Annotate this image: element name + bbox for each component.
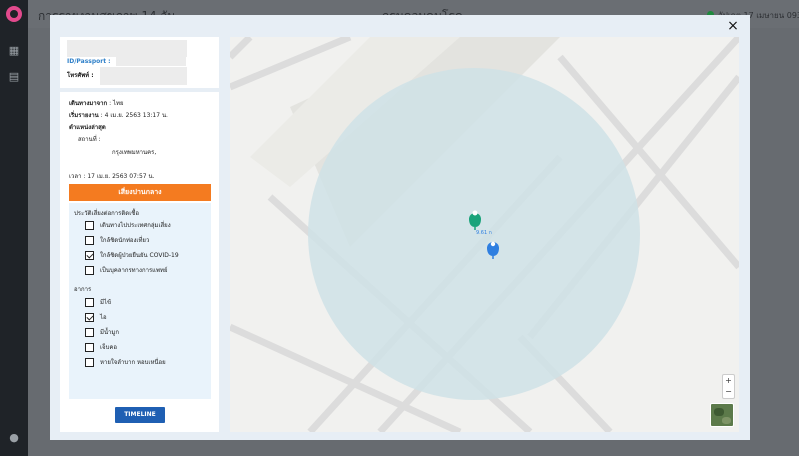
last-location-label: ตำแหน่งล่าสุด (69, 124, 106, 131)
risk-item[interactable]: เดินทางไปประเทศกลุ่มเสี่ยง (85, 220, 171, 230)
map-canvas: 9.61 ก (230, 37, 739, 432)
checkbox[interactable] (85, 357, 94, 367)
document-icon[interactable]: ▤ (8, 71, 20, 83)
location-time: เวลา : 17 เม.ย. 2563 07:57 น. (69, 173, 155, 180)
travel-from: เดินทางมาจาก : ไทย (69, 100, 124, 107)
symptom-item[interactable]: มีน้ำมูก (85, 327, 119, 337)
checkbox-checked[interactable] (85, 250, 94, 260)
checkbox[interactable] (85, 342, 94, 352)
timeline-button[interactable]: TIMELINE (115, 407, 165, 423)
satellite-layer-toggle[interactable] (710, 403, 734, 427)
checkbox[interactable] (85, 265, 94, 275)
person-identity: ID/Passport : โทรศัพท์ : (60, 37, 219, 88)
place-value: กรุงเทพมหานคร, (112, 149, 157, 156)
checkbox[interactable] (85, 297, 94, 307)
close-icon[interactable]: × (725, 18, 741, 34)
symptom-item[interactable]: เจ็บคอ (85, 342, 117, 352)
pin-label: 9.61 ก (476, 230, 492, 236)
person-detail-modal: × ID/Passport : โทรศัพท์ : เดินทางมาจาก … (50, 15, 750, 440)
dashboard-icon[interactable]: ▦ (8, 45, 20, 57)
risk-item[interactable]: เป็นบุคลากรทางการแพทย์ (85, 265, 167, 275)
risk-history-heading: ประวัติเสี่ยงต่อการติดเชื้อ (74, 210, 139, 217)
zoom-out-button[interactable]: − (723, 386, 734, 397)
redacted-phone (100, 67, 187, 85)
risk-item[interactable]: ใกล้ชิดผู้ป่วยยืนยัน COVID-19 (85, 250, 179, 260)
checkbox[interactable] (85, 327, 94, 337)
risk-radius-circle (308, 68, 640, 400)
logo-icon[interactable] (6, 6, 22, 22)
risk-panel: ประวัติเสี่ยงต่อการติดเชื้อ เดินทางไปประ… (69, 203, 211, 399)
person-card: ID/Passport : โทรศัพท์ : (60, 37, 219, 88)
symptom-item[interactable]: หายใจลำบาก หอบเหนื่อย (85, 357, 166, 367)
report-start: เริ่มรายงาน : 4 เม.ย. 2563 13:17 น. (69, 112, 168, 119)
risk-level-banner: เสี่ยงปานกลาง (69, 184, 211, 201)
travel-risk-card: เดินทางมาจาก : ไทย เริ่มรายงาน : 4 เม.ย.… (60, 92, 219, 432)
phone-label: โทรศัพท์ : (67, 72, 94, 79)
checkbox[interactable] (85, 235, 94, 245)
symptoms-heading: อาการ (74, 286, 92, 293)
checkbox[interactable] (85, 220, 94, 230)
checkbox-checked[interactable] (85, 312, 94, 322)
location-map[interactable]: 9.61 ก + − (230, 37, 739, 432)
user-icon[interactable]: ● (8, 432, 20, 444)
redacted-id (116, 56, 186, 66)
id-label: ID/Passport : (67, 58, 111, 65)
symptom-item[interactable]: ไอ (85, 312, 107, 322)
zoom-in-button[interactable]: + (723, 375, 734, 386)
app-sidebar: ▦ ▤ ● (0, 0, 28, 456)
symptom-item[interactable]: มีไข้ (85, 297, 111, 307)
redacted-name (67, 40, 187, 57)
zoom-control: + − (722, 374, 735, 399)
risk-item[interactable]: ใกล้ชิดนักท่องเที่ยว (85, 235, 149, 245)
place-label: สถานที่ : (78, 136, 101, 143)
